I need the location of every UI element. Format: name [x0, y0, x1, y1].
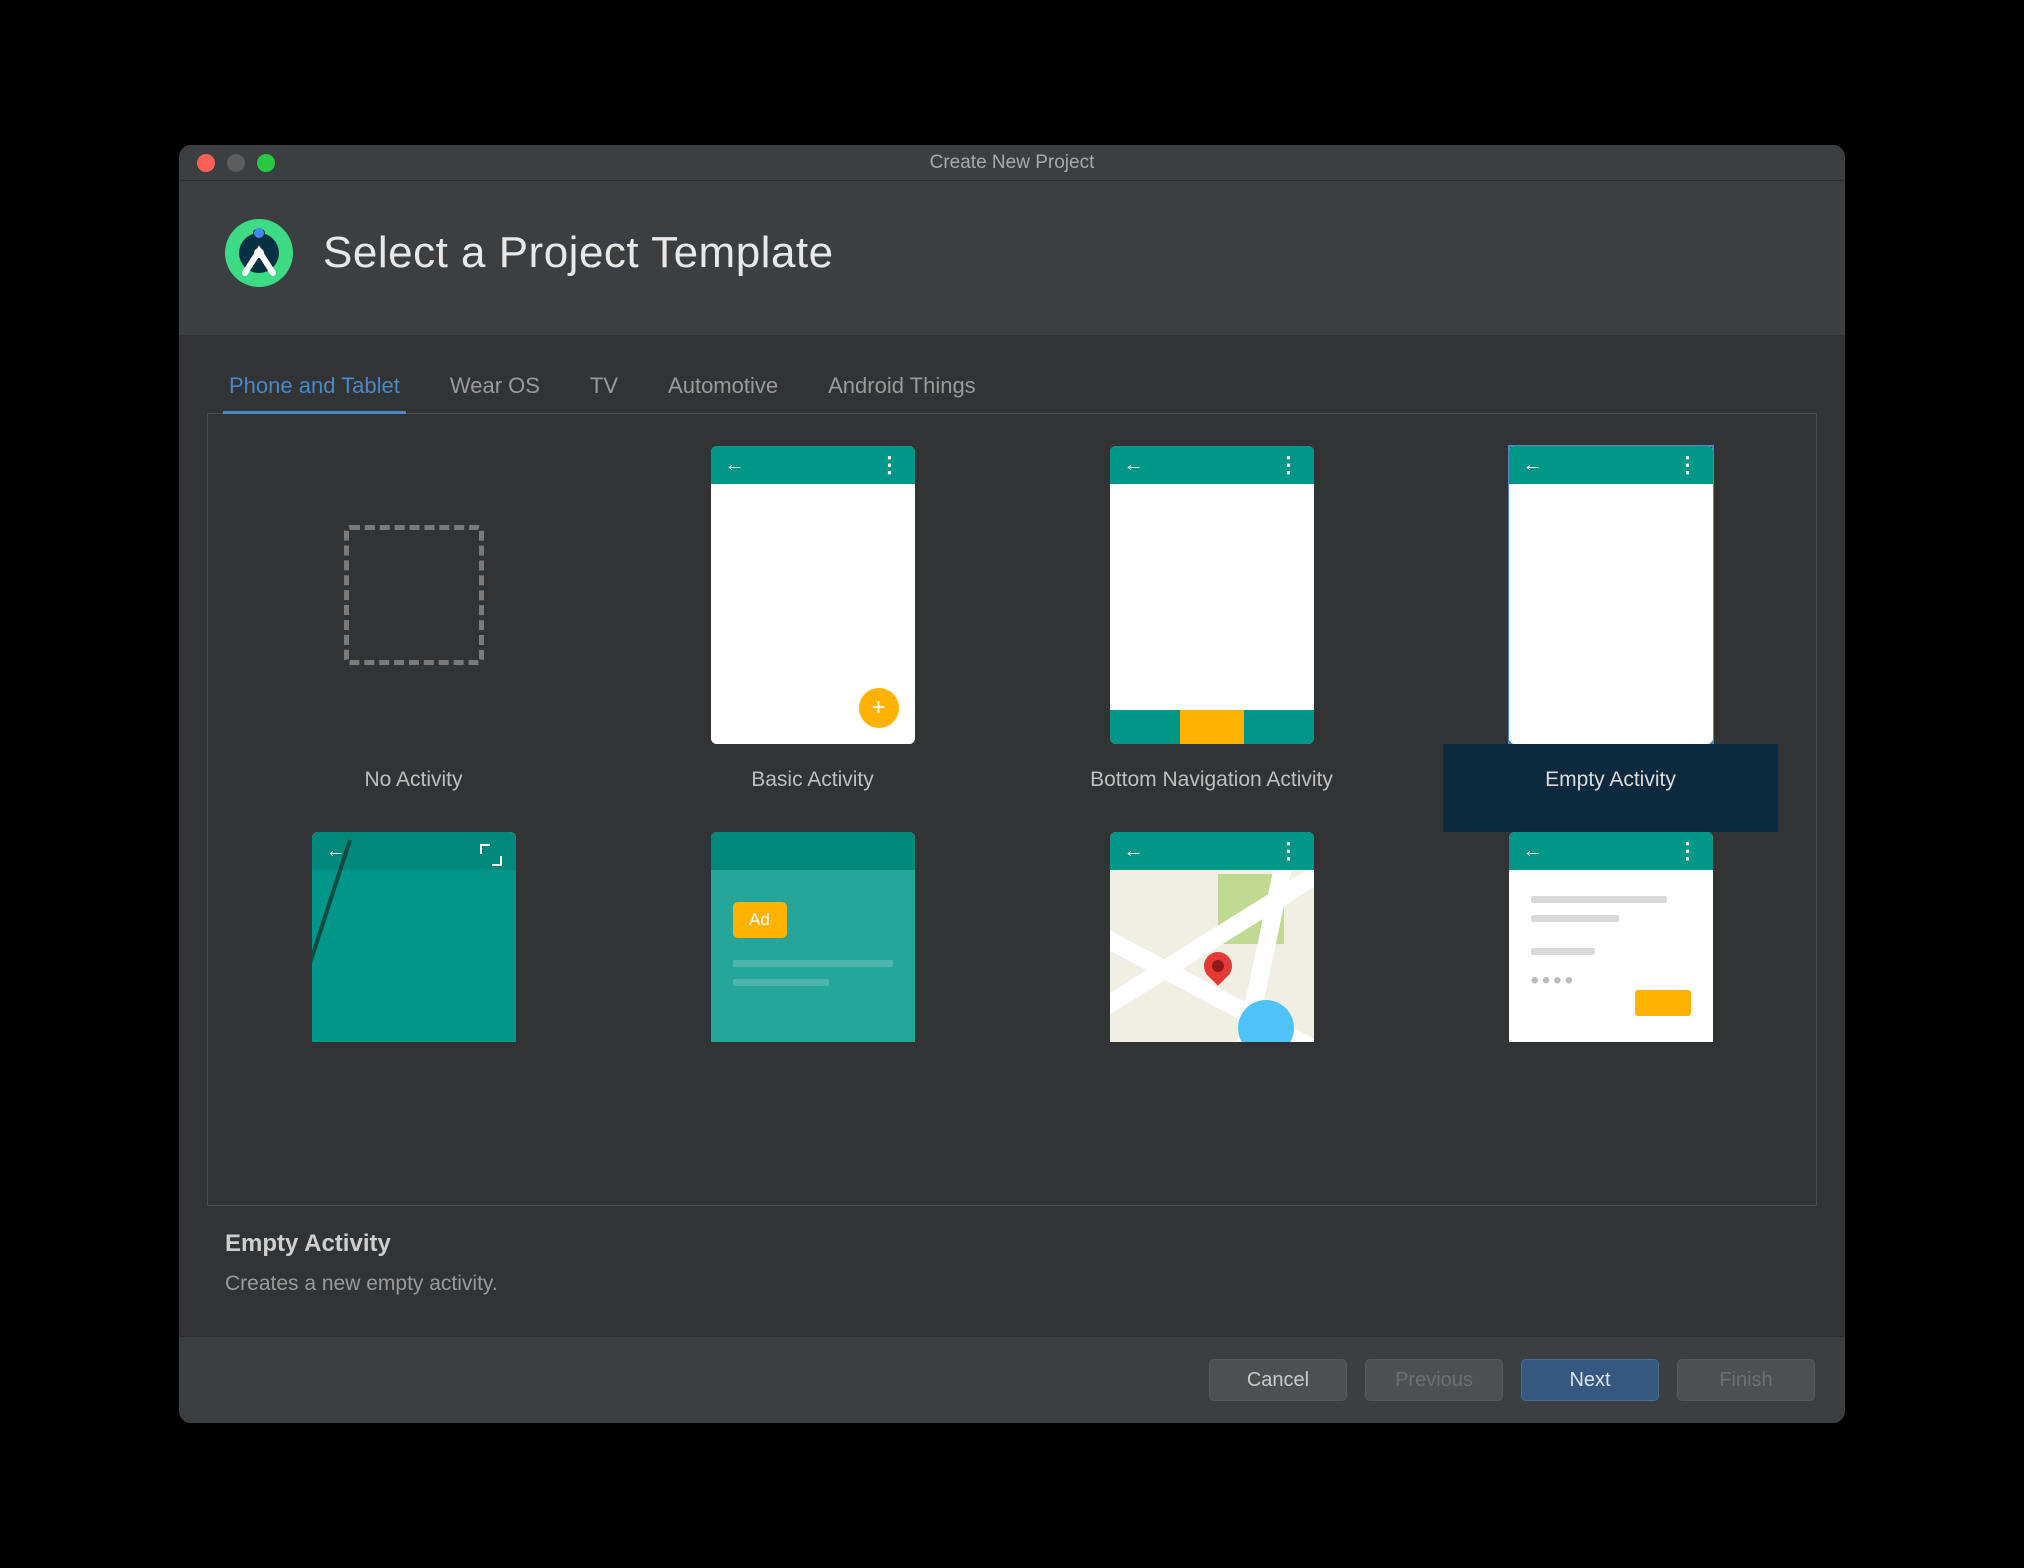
template-grid-container: No Activity ←⋮ + Basic Activity ←⋮: [207, 414, 1817, 1206]
maps-preview: ←⋮: [1110, 832, 1314, 1042]
create-project-window: Create New Project Select a Project Temp…: [179, 145, 1845, 1423]
bottom-nav-preview: ←⋮: [1110, 446, 1314, 744]
fab-icon: +: [859, 688, 899, 728]
basic-activity-preview: ← ⋮ +: [711, 446, 915, 744]
template-fullscreen-activity[interactable]: ←: [234, 832, 593, 1042]
template-maps-activity[interactable]: ←⋮: [1032, 832, 1391, 1042]
selection-subtitle: Creates a new empty activity.: [225, 1272, 1799, 1296]
ad-badge: Ad: [733, 902, 787, 938]
overflow-menu-icon: ⋮: [1278, 452, 1300, 478]
back-arrow-icon: ←: [725, 454, 745, 477]
template-label: Bottom Navigation Activity: [1044, 744, 1379, 832]
template-label: Basic Activity: [645, 744, 980, 832]
overflow-menu-icon: ⋮: [1278, 838, 1300, 864]
template-label: Empty Activity: [1443, 744, 1778, 832]
wizard-footer: Cancel Previous Next Finish: [179, 1336, 1845, 1423]
fullscreen-icon: [480, 844, 502, 866]
selection-description: Empty Activity Creates a new empty activ…: [207, 1206, 1817, 1336]
page-title: Select a Project Template: [323, 228, 834, 278]
template-admob-activity[interactable]: Ad: [633, 832, 992, 1042]
tab-wear-os[interactable]: Wear OS: [444, 373, 546, 413]
fullscreen-preview: ←: [312, 832, 516, 1042]
overflow-menu-icon: ⋮: [1677, 452, 1699, 478]
tab-android-things[interactable]: Android Things: [822, 373, 982, 413]
back-arrow-icon: ←: [1124, 840, 1144, 863]
back-arrow-icon: ←: [1124, 454, 1144, 477]
back-arrow-icon: ←: [1523, 454, 1543, 477]
overflow-menu-icon: ⋮: [1677, 838, 1699, 864]
window-title: Create New Project: [179, 152, 1845, 174]
template-empty-activity[interactable]: ←⋮ Empty Activity: [1431, 446, 1790, 832]
template-grid: No Activity ←⋮ + Basic Activity ←⋮: [234, 446, 1790, 1042]
tab-tv[interactable]: TV: [584, 373, 624, 413]
finish-button: Finish: [1677, 1359, 1815, 1401]
overflow-menu-icon: ⋮: [879, 452, 901, 478]
tab-phone-tablet[interactable]: Phone and Tablet: [223, 373, 406, 413]
cancel-button[interactable]: Cancel: [1209, 1359, 1347, 1401]
no-activity-icon: [344, 525, 484, 665]
previous-button: Previous: [1365, 1359, 1503, 1401]
tab-automotive[interactable]: Automotive: [662, 373, 784, 413]
platform-tabs: Phone and Tablet Wear OS TV Automotive A…: [207, 373, 1817, 414]
android-studio-icon: [223, 217, 295, 289]
admob-preview: Ad: [711, 832, 915, 1042]
template-no-activity[interactable]: No Activity: [234, 446, 593, 832]
next-button[interactable]: Next: [1521, 1359, 1659, 1401]
selection-title: Empty Activity: [225, 1230, 1799, 1258]
titlebar: Create New Project: [179, 145, 1845, 181]
back-arrow-icon: ←: [1523, 840, 1543, 863]
template-basic-activity[interactable]: ← ⋮ + Basic Activity: [633, 446, 992, 832]
template-bottom-navigation[interactable]: ←⋮ Bottom Navigation Activity: [1032, 446, 1391, 832]
page-header: Select a Project Template: [179, 181, 1845, 335]
content-area: Phone and Tablet Wear OS TV Automotive A…: [179, 335, 1845, 1336]
template-label: No Activity: [246, 744, 581, 832]
empty-activity-preview: ←⋮: [1509, 446, 1713, 744]
template-login-activity[interactable]: ←⋮ ••••: [1431, 832, 1790, 1042]
login-preview: ←⋮ ••••: [1509, 832, 1713, 1042]
